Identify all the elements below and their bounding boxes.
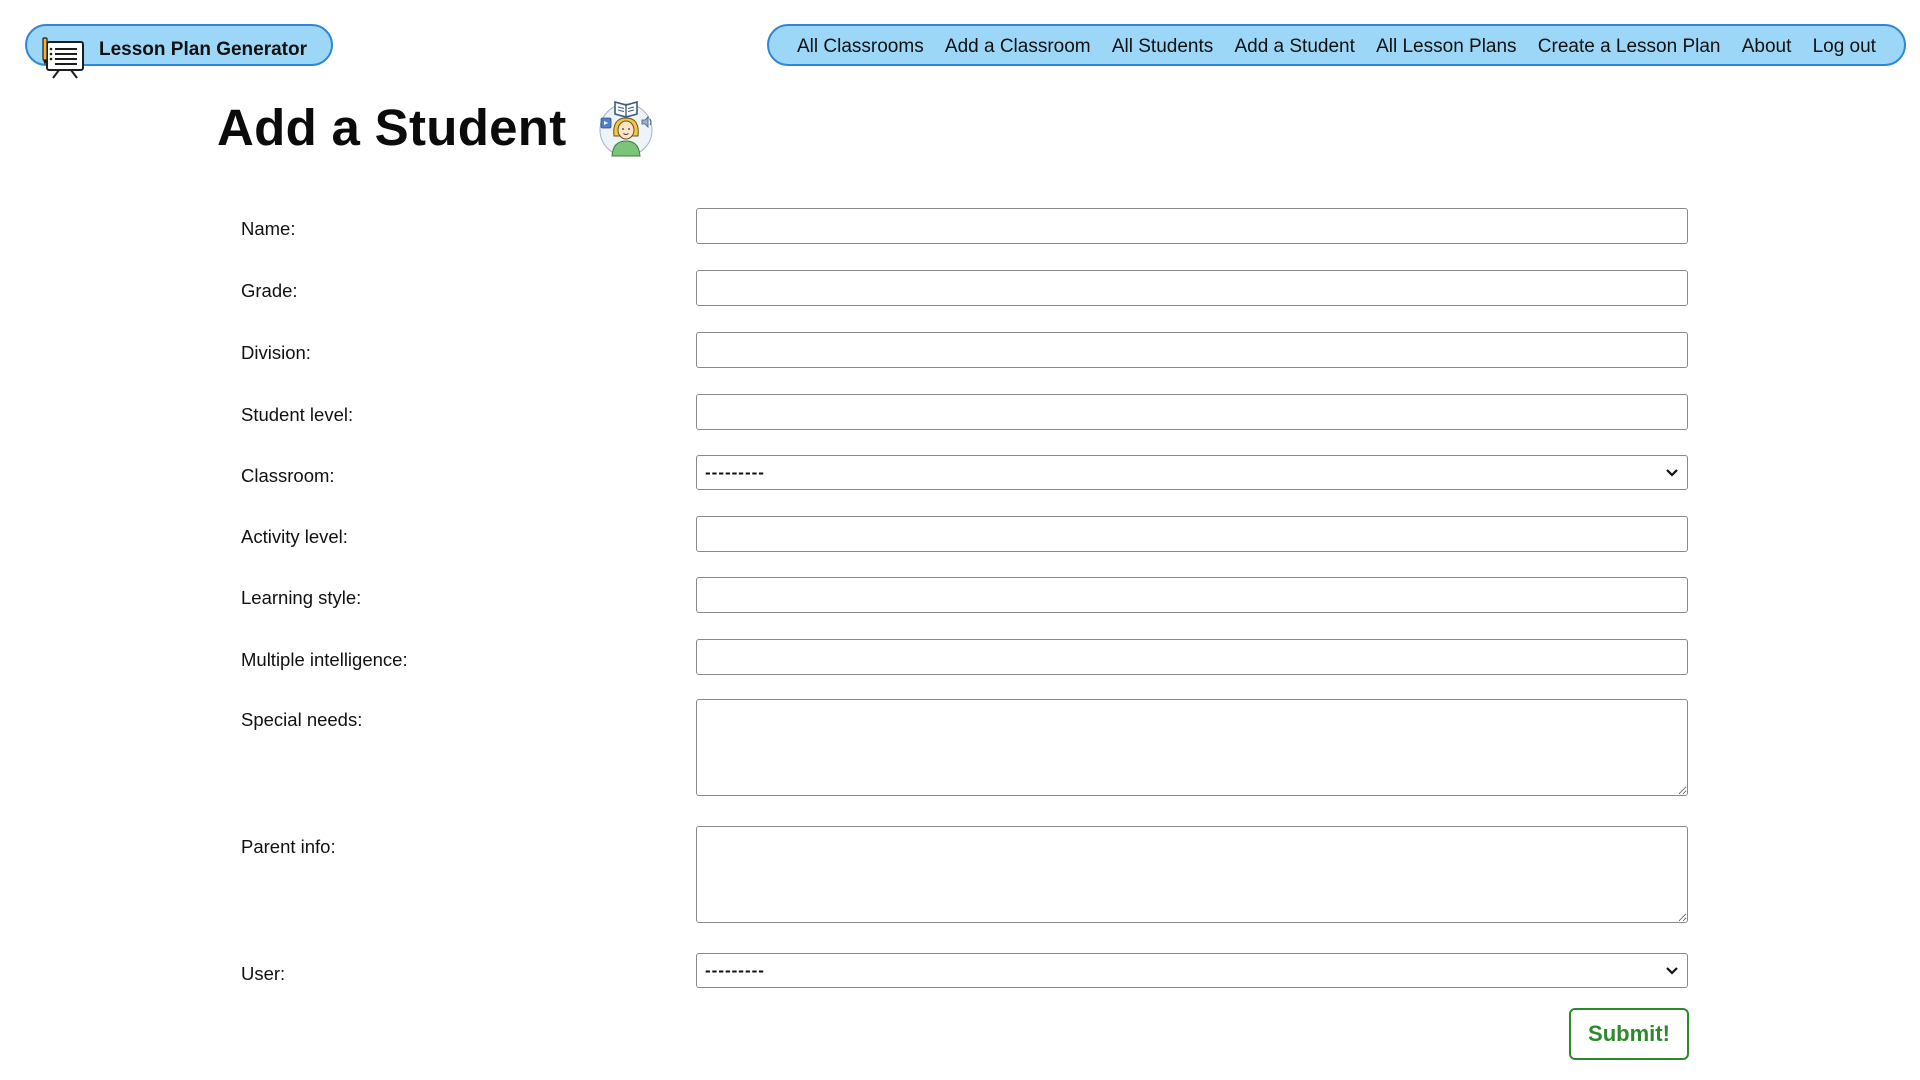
page-title: Add a Student — [217, 98, 567, 156]
nav-add-classroom[interactable]: Add a Classroom — [945, 35, 1091, 59]
learning-style-input[interactable] — [696, 577, 1688, 613]
multiple-intelligence-label: Multiple intelligence: — [241, 649, 408, 670]
nav-all-students[interactable]: All Students — [1112, 35, 1213, 59]
user-select[interactable]: --------- — [696, 953, 1688, 988]
nav-add-student[interactable]: Add a Student — [1234, 35, 1354, 59]
nav-about[interactable]: About — [1742, 35, 1792, 59]
parent-info-textarea[interactable] — [696, 826, 1688, 923]
multiple-intelligence-input[interactable] — [696, 639, 1688, 675]
chevron-down-icon — [1666, 966, 1678, 975]
page-header: Add a Student — [217, 92, 657, 162]
brand-title: Lesson Plan Generator — [99, 39, 308, 60]
special-needs-textarea[interactable] — [696, 699, 1688, 796]
student-level-input[interactable] — [696, 394, 1688, 430]
special-needs-label: Special needs: — [241, 709, 363, 730]
classroom-select[interactable]: --------- — [696, 455, 1688, 490]
activity-level-label: Activity level: — [241, 526, 348, 547]
name-label: Name: — [241, 218, 296, 239]
activity-level-input[interactable] — [696, 516, 1688, 552]
division-input[interactable] — [696, 332, 1688, 368]
user-label: User: — [241, 963, 286, 984]
grade-label: Grade: — [241, 280, 298, 301]
nav-log-out[interactable]: Log out — [1813, 35, 1876, 59]
user-selected-value: --------- — [705, 960, 765, 980]
nav-create-lesson-plan[interactable]: Create a Lesson Plan — [1538, 35, 1721, 59]
parent-info-label: Parent info: — [241, 836, 336, 857]
nav-all-lesson-plans[interactable]: All Lesson Plans — [1376, 35, 1516, 59]
student-reading-icon — [599, 100, 653, 157]
name-input[interactable] — [696, 208, 1688, 244]
brand-home-link[interactable]: Lesson Plan Generator — [25, 24, 333, 79]
main-nav: All Classrooms Add a Classroom All Stude… — [767, 24, 1906, 66]
classroom-selected-value: --------- — [705, 462, 765, 482]
learning-style-label: Learning style: — [241, 587, 362, 608]
submit-button[interactable]: Submit! — [1569, 1008, 1689, 1060]
chevron-down-icon — [1666, 468, 1678, 477]
student-level-label: Student level: — [241, 404, 354, 425]
lesson-board-icon — [42, 37, 84, 79]
classroom-label: Classroom: — [241, 465, 335, 486]
division-label: Division: — [241, 342, 311, 363]
nav-all-classrooms[interactable]: All Classrooms — [797, 35, 924, 59]
grade-input[interactable] — [696, 270, 1688, 306]
